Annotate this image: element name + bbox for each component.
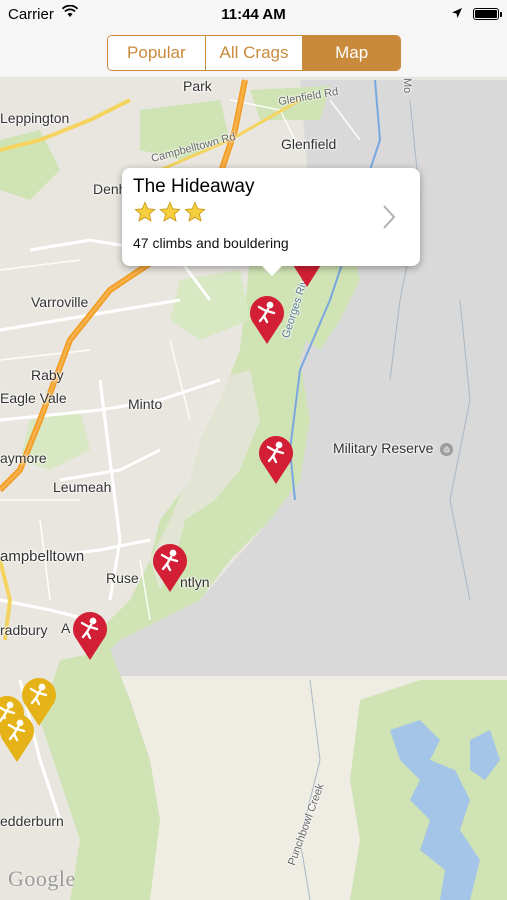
map-label-bradbury: radbury: [0, 622, 48, 638]
star-rating: [134, 201, 206, 223]
map-label-leppington: Leppington: [0, 110, 70, 126]
climber-icon: [73, 612, 107, 660]
callout-title: The Hideaway: [133, 176, 255, 197]
crag-pin[interactable]: [71, 610, 109, 660]
star-icon: [184, 201, 206, 222]
chevron-right-icon[interactable]: [382, 204, 396, 235]
map-label-aymore: aymore: [0, 450, 47, 466]
map-label-park: Park: [183, 78, 212, 94]
star-icon: [134, 201, 156, 222]
map-label-a: A: [61, 620, 71, 636]
map-label-campbelltown: ampbelltown: [0, 548, 85, 565]
nav-bar: Popular All Crags Map: [0, 28, 507, 78]
callout-subtitle: 47 climbs and bouldering: [133, 235, 289, 251]
location-arrow-icon: [451, 6, 463, 23]
map-view[interactable]: Park Leppington Glenfield Rd Glenfield C…: [0, 0, 507, 900]
military-reserve-text: Military Reserve: [333, 440, 434, 456]
crag-pin[interactable]: [248, 294, 286, 344]
map-label-wedderburn: edderburn: [0, 813, 64, 829]
map-label-minto: Minto: [128, 396, 163, 412]
map-label-glenfield: Glenfield: [281, 136, 337, 152]
status-time: 11:44 AM: [221, 6, 286, 23]
crag-pin[interactable]: [151, 542, 189, 592]
map-label-varroville: Varroville: [31, 294, 89, 310]
climber-icon: [153, 544, 187, 592]
star-icon: [159, 201, 181, 222]
map-label-raby: Raby: [31, 367, 64, 383]
segment-popular[interactable]: Popular: [108, 36, 206, 70]
crag-callout[interactable]: The Hideaway 47 climbs and bouldering: [122, 168, 420, 276]
view-segmented-control[interactable]: Popular All Crags Map: [107, 35, 401, 71]
segment-map[interactable]: Map: [303, 36, 400, 70]
map-label-leumeah: Leumeah: [53, 479, 112, 495]
map-label-mo: Mo: [401, 78, 413, 94]
climber-icon: [0, 714, 35, 762]
climber-icon: [259, 436, 293, 484]
battery-icon: [473, 8, 502, 20]
map-label-eagle-vale: Eagle Vale: [0, 390, 67, 406]
status-bar: Carrier 11:44 AM: [0, 0, 507, 28]
crag-pin[interactable]: [257, 434, 295, 484]
google-attribution[interactable]: Google: [8, 866, 76, 892]
boulder-pin[interactable]: [0, 712, 36, 762]
climber-icon: [250, 296, 284, 344]
map-label-military-reserve: Military Reserve ⌂: [333, 440, 454, 456]
segment-all-crags[interactable]: All Crags: [205, 36, 304, 70]
map-label-ruse: Ruse: [106, 570, 139, 586]
landmark-icon: ⌂: [440, 442, 454, 456]
